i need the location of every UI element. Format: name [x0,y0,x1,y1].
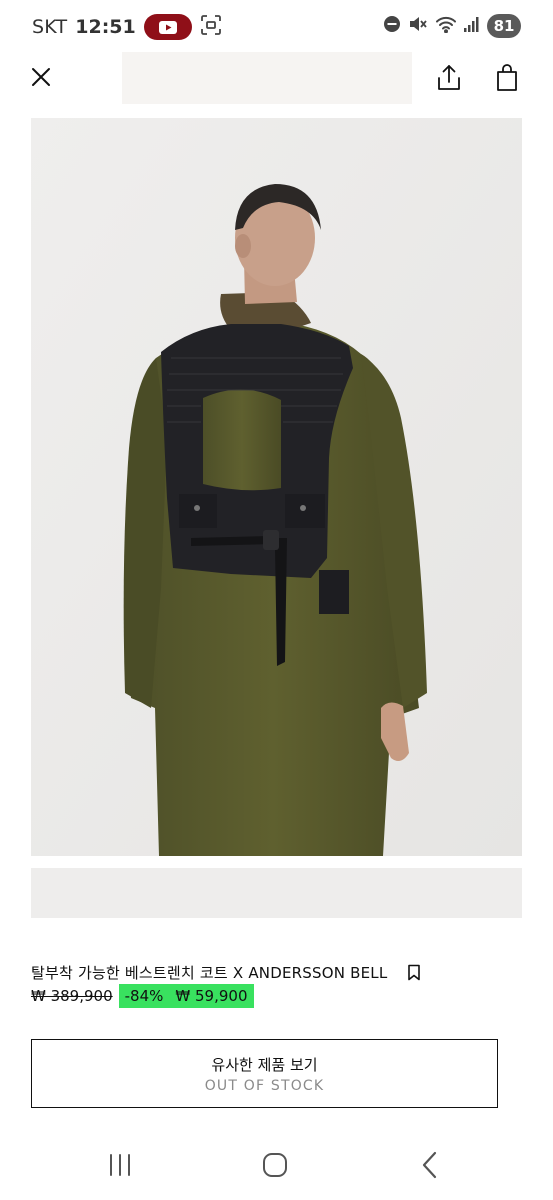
discount-percent: -84% [124,987,164,1005]
system-nav-bar [0,1130,553,1200]
clock: 12:51 [75,16,136,38]
home-button[interactable] [255,1148,295,1182]
mute-icon [408,15,428,37]
home-icon [263,1153,287,1177]
do-not-disturb-icon [383,15,401,37]
recent-apps-button[interactable] [100,1148,140,1182]
status-bar: SKT 12:51 81 [0,0,553,52]
similar-products-label: 유사한 제품 보기 [211,1055,318,1074]
shopping-bag-icon [497,64,517,91]
share-icon [438,65,460,90]
share-button[interactable] [432,60,466,96]
image-thumbnail-strip[interactable] [31,868,522,918]
original-price: ₩ 389,900 [31,987,113,1005]
status-left: SKT 12:51 [32,14,222,40]
bookmark-button[interactable] [405,962,423,982]
battery-indicator: 81 [487,14,521,38]
product-title: 탈부착 가능한 베스트렌치 코트 X ANDERSSON BELL [31,963,388,982]
product-title-row: 탈부착 가능한 베스트렌치 코트 X ANDERSSON BELL [31,960,522,984]
carrier-label: SKT [32,16,68,38]
screenshot-icon [200,14,222,40]
out-of-stock-label: OUT OF STOCK [204,1077,325,1094]
price-row: ₩ 389,900 -84% ₩ 59,900 [31,984,254,1008]
close-icon [32,68,50,86]
product-image[interactable] [31,118,522,856]
youtube-icon [143,14,192,40]
view-similar-products-button[interactable]: 유사한 제품 보기 OUT OF STOCK [31,1039,498,1108]
close-button[interactable] [24,60,58,94]
back-button[interactable] [410,1148,450,1182]
top-image-strip [122,52,412,104]
shopping-bag-button[interactable] [490,60,524,96]
status-right: 81 [383,14,521,38]
top-bar [0,52,553,104]
sale-price-highlight: -84% ₩ 59,900 [118,984,254,1008]
bookmark-icon [408,964,421,980]
sale-price: ₩ 59,900 [175,987,248,1005]
recent-apps-icon [110,1154,130,1176]
back-icon [422,1151,437,1179]
signal-icon [464,15,480,37]
wifi-icon [435,15,457,37]
